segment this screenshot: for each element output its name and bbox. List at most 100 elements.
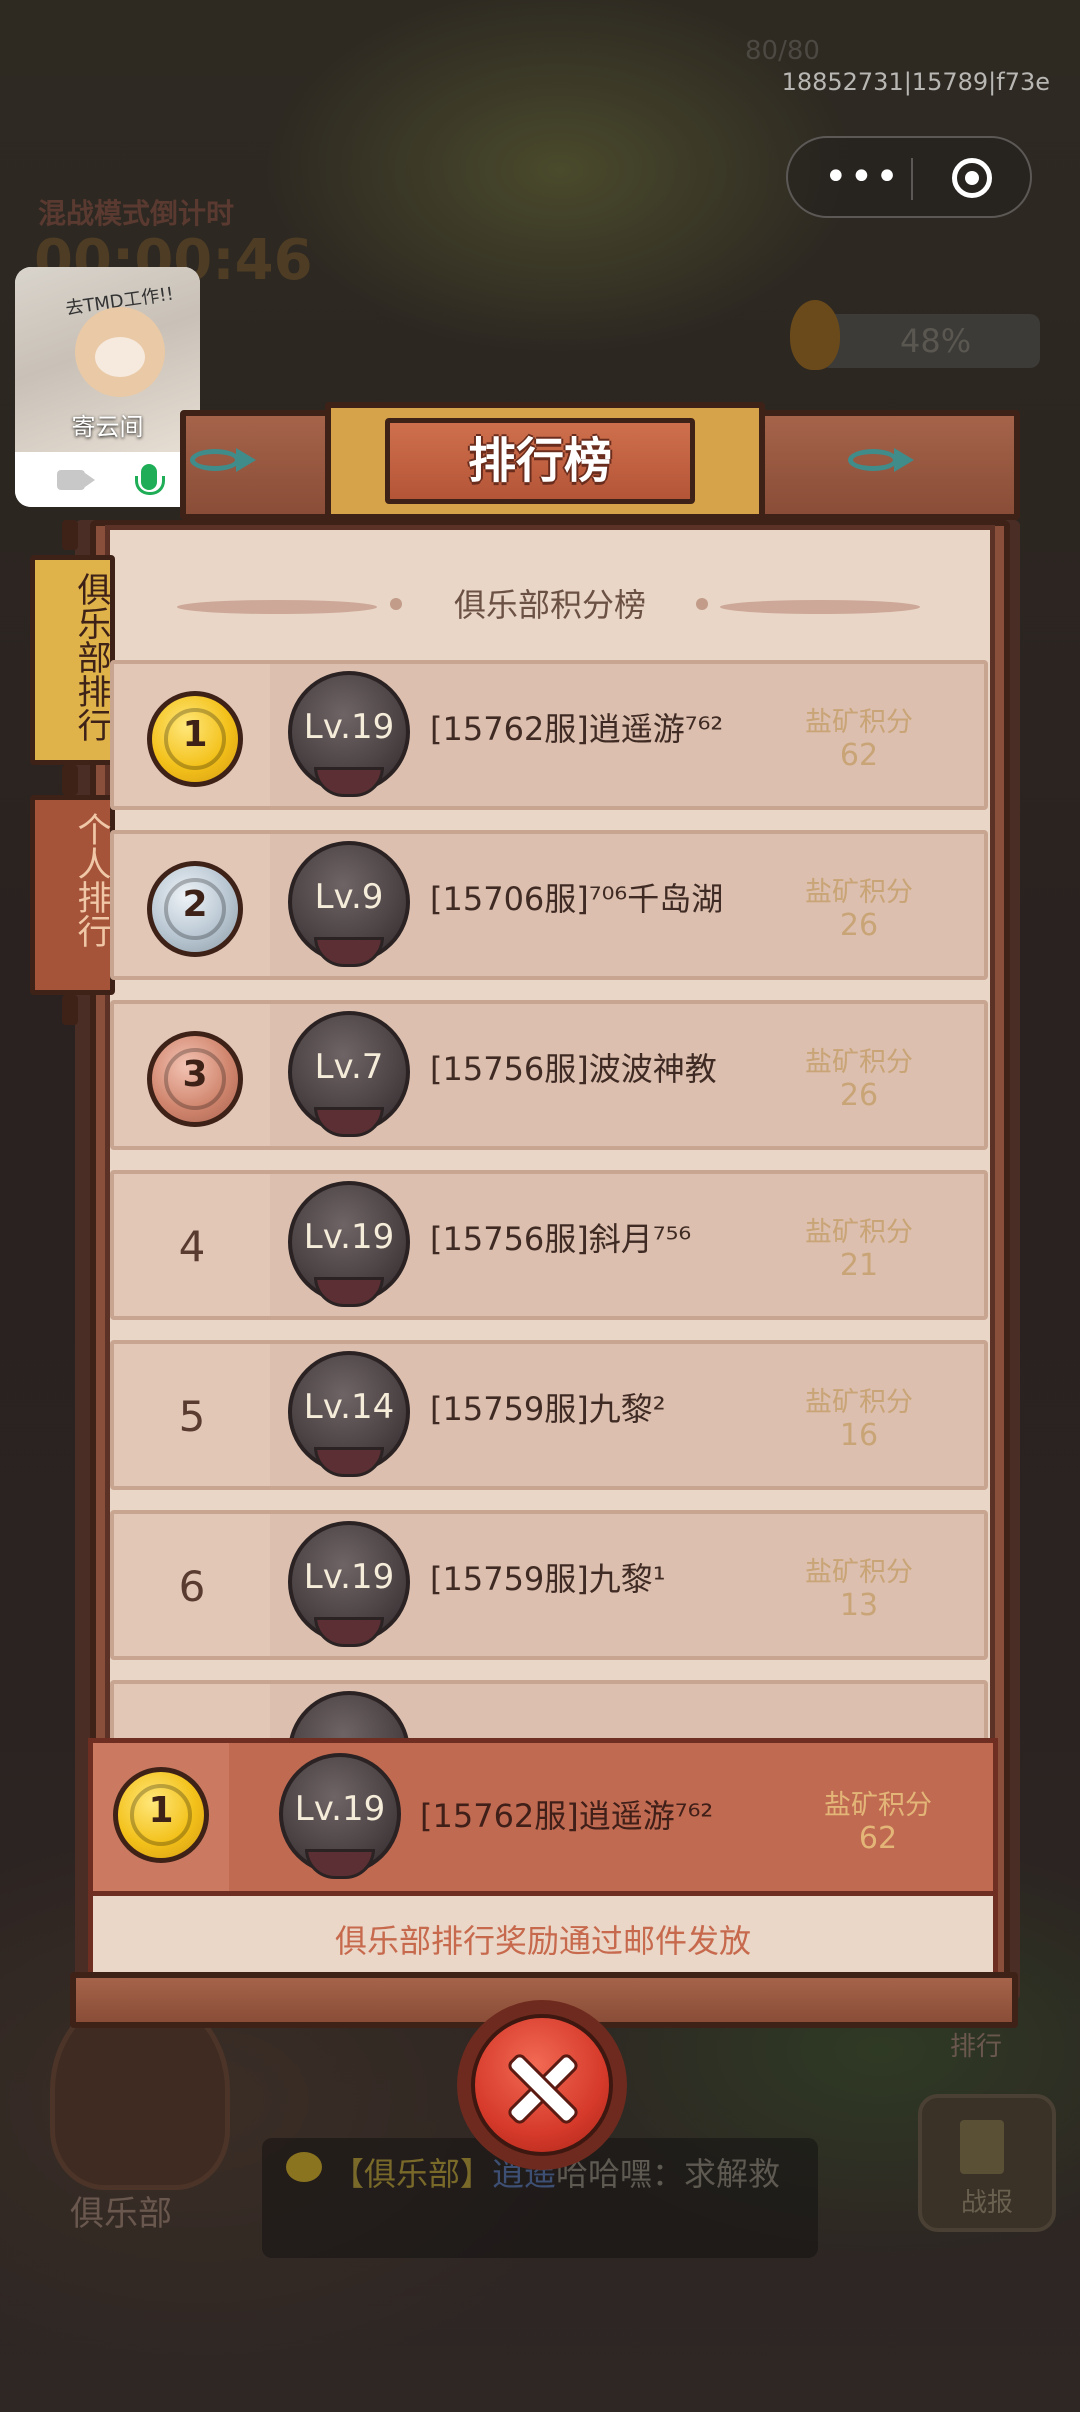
tab-club-ranking-label: 俱乐部排行 — [71, 572, 111, 742]
club-name: [15759服]九黎² — [430, 1390, 666, 1428]
battle-report-label: 战报 — [960, 2188, 1013, 2218]
floating-video-window[interactable]: 去TMD工作!! 寄云间 — [15, 267, 200, 507]
countdown-label: 混战模式倒计时 — [38, 197, 235, 230]
rank-number: 1 — [148, 1790, 174, 1831]
level-label: Lv.9 — [314, 877, 384, 917]
board-subtitle-row: 俱乐部积分榜 — [105, 560, 995, 650]
panel-title: 排行榜 — [467, 433, 612, 489]
score-value: 21 — [839, 1248, 879, 1283]
club-name: [15756服]斜月⁷⁵⁶ — [430, 1220, 692, 1258]
rank-button-label: 排行 — [950, 2032, 1003, 2062]
tab-club-ranking[interactable]: 俱乐部排行 — [30, 555, 115, 765]
miniprogram-capsule: ••• — [786, 136, 1032, 218]
level-label: Lv.19 — [303, 1557, 395, 1597]
tab-hanger — [62, 765, 78, 795]
cat-illustration — [75, 307, 165, 397]
club-name: [15762服]逍遥游⁷⁶² — [420, 1797, 714, 1835]
score-label: 盐矿积分 — [805, 1217, 913, 1248]
avatar-emblem — [314, 937, 384, 967]
silver-medal-icon: 2 — [147, 861, 243, 957]
microphone-icon[interactable] — [135, 464, 165, 495]
gold-medal-icon: 1 — [113, 1767, 209, 1863]
level-label: Lv.19 — [303, 1217, 395, 1257]
tab-personal-ranking[interactable]: 个人排行 — [30, 795, 115, 995]
club-name: [15759服]九黎¹ — [430, 1560, 666, 1598]
subtitle-dot-left — [390, 598, 402, 610]
tab-hanger — [62, 995, 78, 1025]
chat-body: 哈哈嘿：求解救 — [556, 2155, 781, 2193]
player-avatar: Lv.19 — [288, 671, 410, 801]
ranking-row[interactable]: 1 Lv.19 [15762服]逍遥游⁷⁶² 盐矿积分 62 — [110, 660, 988, 810]
session-id: 18852731|15789|f73e — [781, 68, 1050, 96]
avatar-emblem — [314, 767, 384, 797]
club-label: 俱乐部 — [70, 2194, 172, 2234]
rank-cell — [114, 1684, 270, 1740]
player-avatar: Lv.19 — [288, 1181, 410, 1311]
score-label: 盐矿积分 — [805, 1557, 913, 1588]
gold-medal-icon: 1 — [147, 691, 243, 787]
close-button[interactable] — [457, 2000, 627, 2170]
ranking-list[interactable]: 1 Lv.19 [15762服]逍遥游⁷⁶² 盐矿积分 62 2 Lv.9 [1… — [110, 660, 990, 1740]
ranking-row-partial[interactable] — [110, 1680, 988, 1740]
avatar-emblem — [305, 1849, 375, 1879]
ranking-row[interactable]: 4 Lv.19 [15756服]斜月⁷⁵⁶ 盐矿积分 21 — [110, 1170, 988, 1320]
avatar-emblem — [314, 1617, 384, 1647]
board-subtitle: 俱乐部积分榜 — [453, 586, 646, 624]
player-avatar: Lv.19 — [279, 1753, 401, 1883]
club-name: [15762服]逍遥游⁷⁶² — [430, 710, 724, 748]
player-avatar — [288, 1691, 410, 1740]
caller-name: 寄云间 — [71, 413, 144, 441]
score-value: 13 — [839, 1588, 879, 1623]
hp-text: 80/80 — [745, 36, 820, 66]
level-label: Lv.19 — [303, 707, 395, 747]
player-avatar: Lv.14 — [288, 1351, 410, 1481]
ranking-row[interactable]: 3 Lv.7 [15756服]波波神教 盐矿积分 26 — [110, 1000, 988, 1150]
more-icon[interactable]: ••• — [824, 152, 901, 202]
level-label: Lv.14 — [303, 1387, 395, 1427]
rank-number: 5 — [178, 1392, 206, 1441]
rank-number: 4 — [178, 1222, 206, 1271]
score-value: 26 — [839, 1078, 879, 1113]
rank-number: 1 — [182, 714, 208, 755]
ranking-row[interactable]: 6 Lv.19 [15759服]九黎¹ 盐矿积分 13 — [110, 1510, 988, 1660]
player-avatar: Lv.7 — [288, 1011, 410, 1141]
rank-number: 2 — [182, 884, 208, 925]
fish-icon-left — [190, 444, 260, 474]
rank-number: 3 — [182, 1054, 208, 1095]
camera-icon[interactable] — [57, 470, 95, 490]
battle-report-button: 战报 — [918, 2094, 1056, 2232]
progress-percent: 48% — [900, 322, 972, 360]
my-club-row: 1 Lv.19 [15762服]逍遥游⁷⁶² 盐矿积分 62 — [88, 1738, 998, 1896]
rank-number: 6 — [178, 1562, 206, 1611]
ranking-row[interactable]: 5 Lv.14 [15759服]九黎² 盐矿积分 16 — [110, 1340, 988, 1490]
score-label: 盐矿积分 — [805, 1387, 913, 1418]
close-miniprogram-icon[interactable] — [952, 158, 992, 198]
score-value: 62 — [839, 738, 879, 773]
bronze-medal-icon: 3 — [147, 1031, 243, 1127]
level-label: Lv.19 — [294, 1789, 386, 1829]
player-avatar: Lv.19 — [288, 1521, 410, 1651]
score-label: 盐矿积分 — [805, 1047, 913, 1078]
fish-icon-right — [848, 444, 918, 474]
club-name: [15756服]波波神教 — [430, 1050, 717, 1088]
tab-personal-ranking-label: 个人排行 — [71, 812, 111, 948]
reward-footnote: 俱乐部排行奖励通过邮件发放 — [334, 1922, 751, 1960]
ranking-row[interactable]: 2 Lv.9 [15706服]⁷⁰⁶千岛湖 盐矿积分 26 — [110, 830, 988, 980]
score-value: 26 — [839, 908, 879, 943]
avatar-emblem — [314, 1277, 384, 1307]
chat-channel: 【俱乐部】 — [332, 2155, 493, 2193]
call-controls — [15, 452, 200, 507]
score-label: 盐矿积分 — [805, 877, 913, 908]
score-label: 盐矿积分 — [805, 707, 913, 738]
subtitle-dot-right — [696, 598, 708, 610]
score-value: 16 — [839, 1418, 879, 1453]
clipboard-icon — [960, 2120, 1004, 2174]
score-label: 盐矿积分 — [824, 1790, 932, 1821]
capsule-divider — [911, 158, 913, 200]
tab-hanger — [62, 520, 78, 550]
club-name: [15706服]⁷⁰⁶千岛湖 — [430, 880, 724, 918]
fire-icon — [790, 300, 840, 370]
player-avatar: Lv.9 — [288, 841, 410, 971]
avatar-shell — [288, 1691, 410, 1740]
avatar-emblem — [314, 1447, 384, 1477]
